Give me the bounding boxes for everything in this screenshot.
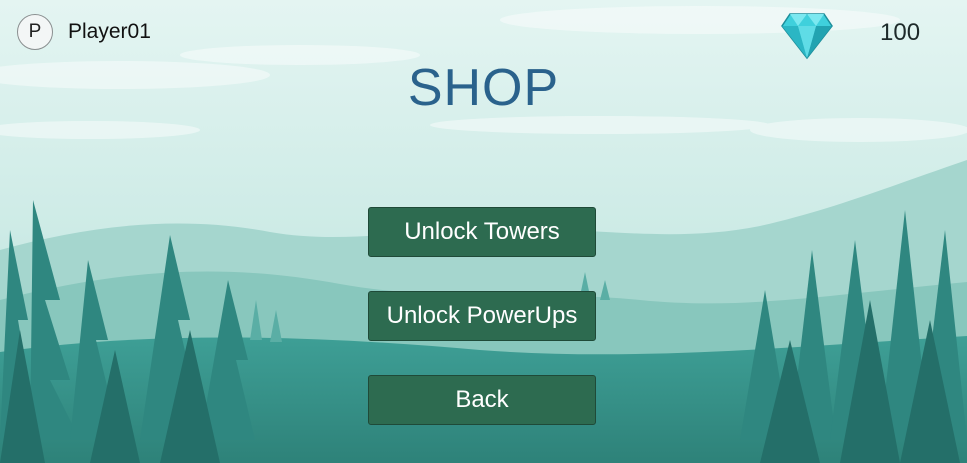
diamond-icon (781, 13, 833, 60)
back-button[interactable]: Back (368, 375, 596, 425)
player-avatar[interactable]: P (17, 14, 53, 50)
currency-amount: 100 (880, 19, 921, 46)
player-name: Player01 (68, 20, 151, 43)
unlock-powerups-button[interactable]: Unlock PowerUps (368, 291, 596, 341)
unlock-towers-button[interactable]: Unlock Towers (368, 207, 596, 257)
page-title: SHOP (407, 59, 560, 117)
